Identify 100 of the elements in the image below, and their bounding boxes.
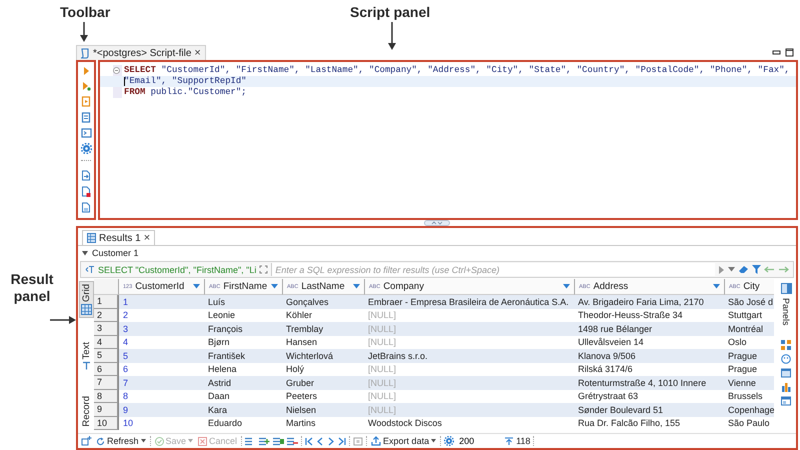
filter-field[interactable]: Enter a SQL expression to filter results (use Ctrl+Space) [271,263,715,276]
results-tab[interactable]: Results 1 × [82,230,156,245]
script-editor[interactable]: SELECT "CustomerId", "FirstName", "LastName", "Company", "Address", "City", "State", "Country", "PostalCode", "Phone", "Fax", "Email", "SupportRepId" FROM public."Customer"; [98,60,798,220]
nav-icon[interactable] [305,436,314,446]
caret-icon[interactable] [271,284,278,289]
arrow [387,22,397,50]
panels-tab[interactable]: Panels [781,298,791,326]
table-cell-text: Rua Dr. Falcão Filho, 155 [577,417,682,430]
text-icon [82,361,90,370]
caret-icon [188,439,194,443]
table-cell: Copenhage [724,403,774,416]
panel-icon[interactable] [780,283,792,294]
row-count: 118 [516,436,530,446]
table-cell: 10 [118,416,204,430]
caret-icon [431,439,436,443]
toolbar-button[interactable]: Export data [370,435,438,447]
toolbar-button[interactable]: Refresh [95,435,147,447]
caret-icon[interactable] [82,250,88,256]
rows-icon[interactable] [287,436,298,446]
table-cell: Wichterlová [282,349,364,362]
group-label[interactable]: Customer 1 [92,248,139,258]
gear-icon[interactable] [80,143,92,154]
play-icon[interactable] [81,66,91,76]
table-cell-text: [NULL] [367,363,398,376]
table-cell: São José d [724,295,774,308]
view-tab[interactable]: Record [80,394,92,429]
frame-icon[interactable] [353,436,364,446]
table-cell-text: Bjørn [207,336,231,349]
row-number: 9 [94,403,118,416]
window-icon[interactable] [781,368,791,378]
document-icon[interactable] [81,202,91,213]
fold-icon[interactable] [113,67,120,74]
table-cell: 9 [118,403,204,416]
minimize-icon[interactable] [772,48,781,56]
check-icon [154,436,164,446]
table-cell-text: Daan [207,390,231,403]
close-button[interactable]: × [194,48,201,58]
caret-icon[interactable] [563,284,570,289]
row-number: 2 [94,308,118,322]
play-icon[interactable] [81,81,91,91]
table-cell-text: Ullevålsveien 14 [577,336,645,349]
caret-icon[interactable] [353,284,360,289]
add-icon[interactable] [81,436,92,446]
row-number: 1 [94,295,118,308]
document-icon[interactable] [81,96,91,107]
caret-icon[interactable] [728,267,735,272]
export-icon [371,436,382,446]
table-cell: François [204,322,282,336]
table-cell-text: Eduardo [207,417,244,430]
table-cell-text: Brussels [727,390,764,403]
table-cell: Nielsen [282,403,364,416]
table-cell-text: Martins [285,417,317,430]
table-cell-text: Oslo [727,336,748,349]
table-cell: [NULL] [364,403,574,416]
window-icon[interactable] [781,396,791,406]
editor-tab[interactable]: *<postgres> Script-file × [76,45,206,60]
view-tab[interactable]: Text [80,340,92,372]
chart-icon[interactable] [781,382,791,392]
table-cell: Astrid [204,376,282,390]
table-cell: 3 [118,322,204,336]
play-icon[interactable] [718,266,725,274]
caret-icon [140,439,146,443]
filter-icon[interactable] [752,265,761,274]
eraser-icon[interactable] [738,265,749,274]
table-cell: Av. Brigadeiro Faria Lima, 2170 [574,295,724,308]
table-cell: 1 [118,295,204,308]
rows-icon[interactable] [273,436,284,446]
document-icon[interactable] [81,186,91,197]
document-icon[interactable] [81,170,91,181]
table-cell-text: Holý [285,363,306,376]
grid-icon[interactable] [781,340,791,350]
query-text: SELECT "CustomerId", "FirstName", "Li [98,264,256,274]
grid-icon [87,233,96,243]
nav-icon[interactable] [338,436,346,446]
table-cell: Vienne [724,376,774,390]
splitter-handle[interactable] [424,220,450,226]
row-number: 10 [94,416,118,430]
view-tab[interactable]: Grid [78,281,94,318]
gear-icon[interactable] [444,436,454,446]
table-cell-text: Leonie [207,309,236,322]
table-cell-text: Köhler [285,309,314,322]
terminal-icon[interactable] [80,128,92,138]
document-icon[interactable] [81,112,91,123]
table-cell-text: Stuttgart [727,309,764,322]
row-number: 7 [94,376,118,390]
row-count-icon [504,436,514,446]
code-line: SELECT "CustomerId", "FirstName", "LastName", "Company", "Address", "City", "State", "Country", "PostalCode", "Phone", "Fax", [123,65,790,76]
caret-icon[interactable] [713,284,720,289]
table-cell: Kara [204,403,282,416]
cancel-icon [198,436,208,446]
maximize-icon[interactable] [785,48,794,56]
smile-icon[interactable] [781,354,791,364]
code-line: FROM public."Customer"; [123,87,247,98]
query-icon [85,265,95,274]
table-cell-text: [NULL] [367,309,398,322]
rows-icon[interactable] [259,436,270,446]
expand-icon[interactable] [259,265,268,274]
close-button[interactable]: × [144,232,150,244]
caret-icon[interactable] [193,284,200,289]
table-cell: [NULL] [364,322,574,336]
